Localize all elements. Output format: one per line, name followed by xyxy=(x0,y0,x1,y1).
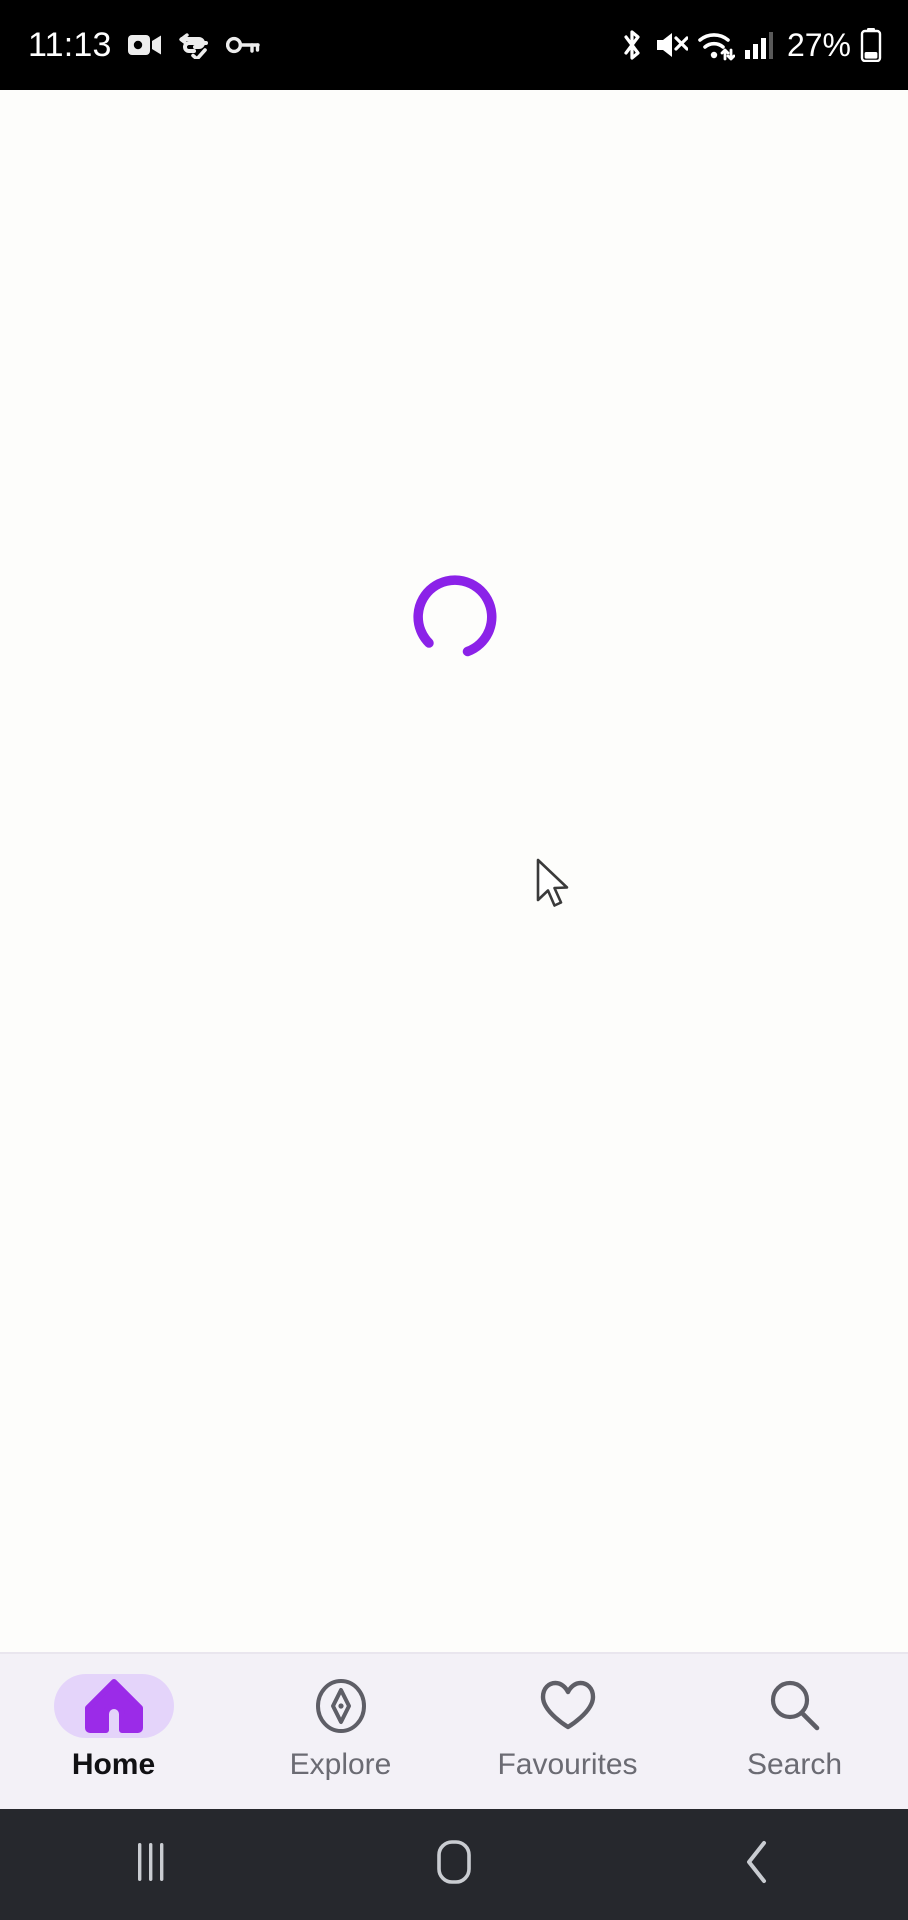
status-bar-clock: 11:13 xyxy=(28,26,112,64)
search-icon xyxy=(735,1674,855,1738)
bluetooth-icon xyxy=(619,28,645,62)
nav-item-home[interactable]: Home xyxy=(0,1674,227,1780)
nav-item-explore[interactable]: Explore xyxy=(227,1674,454,1780)
phone-screen: 11:13 27% Home Explore Favourites Search xyxy=(0,0,908,1920)
heart-icon xyxy=(508,1674,628,1738)
recents-button[interactable] xyxy=(51,1809,251,1920)
nav-label-home: Home xyxy=(71,1748,156,1781)
vpn-key-shield-icon xyxy=(178,31,210,59)
key-icon xyxy=(225,34,260,56)
status-bar-right: 27% xyxy=(619,28,882,62)
compass-icon xyxy=(281,1674,401,1738)
nav-label-explore: Explore xyxy=(289,1748,392,1781)
volume-muted-icon xyxy=(654,29,688,61)
nav-label-search: Search xyxy=(746,1748,843,1781)
nav-item-search[interactable]: Search xyxy=(681,1674,908,1780)
battery-percent-label: 27% xyxy=(786,27,851,63)
cellular-signal-icon xyxy=(744,30,774,60)
nav-label-favourites: Favourites xyxy=(497,1748,638,1781)
battery-icon xyxy=(860,28,882,62)
chevron-left-icon xyxy=(739,1838,775,1891)
home-icon xyxy=(53,1674,174,1738)
wifi-icon xyxy=(697,29,735,61)
home-button[interactable] xyxy=(354,1809,554,1920)
recents-icon xyxy=(131,1840,171,1889)
status-bar-left: 11:13 xyxy=(28,28,260,62)
bottom-navigation-bar: Home Explore Favourites Search xyxy=(0,1652,908,1809)
video-camera-icon xyxy=(127,32,162,58)
android-system-navigation-bar xyxy=(0,1809,908,1920)
status-bar: 11:13 27% xyxy=(0,0,908,90)
nav-item-favourites[interactable]: Favourites xyxy=(454,1674,681,1780)
back-button[interactable] xyxy=(657,1809,857,1920)
home-square-icon xyxy=(432,1838,476,1891)
app-content-area xyxy=(0,90,908,1652)
loading-spinner xyxy=(409,571,501,663)
